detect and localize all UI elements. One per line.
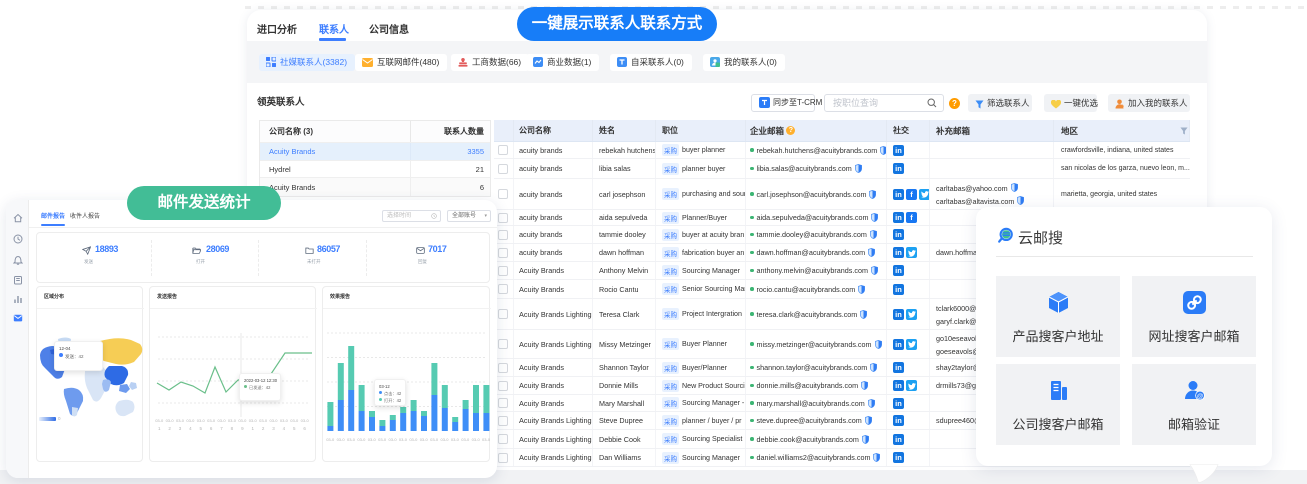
svg-text:@: @: [1196, 393, 1203, 400]
